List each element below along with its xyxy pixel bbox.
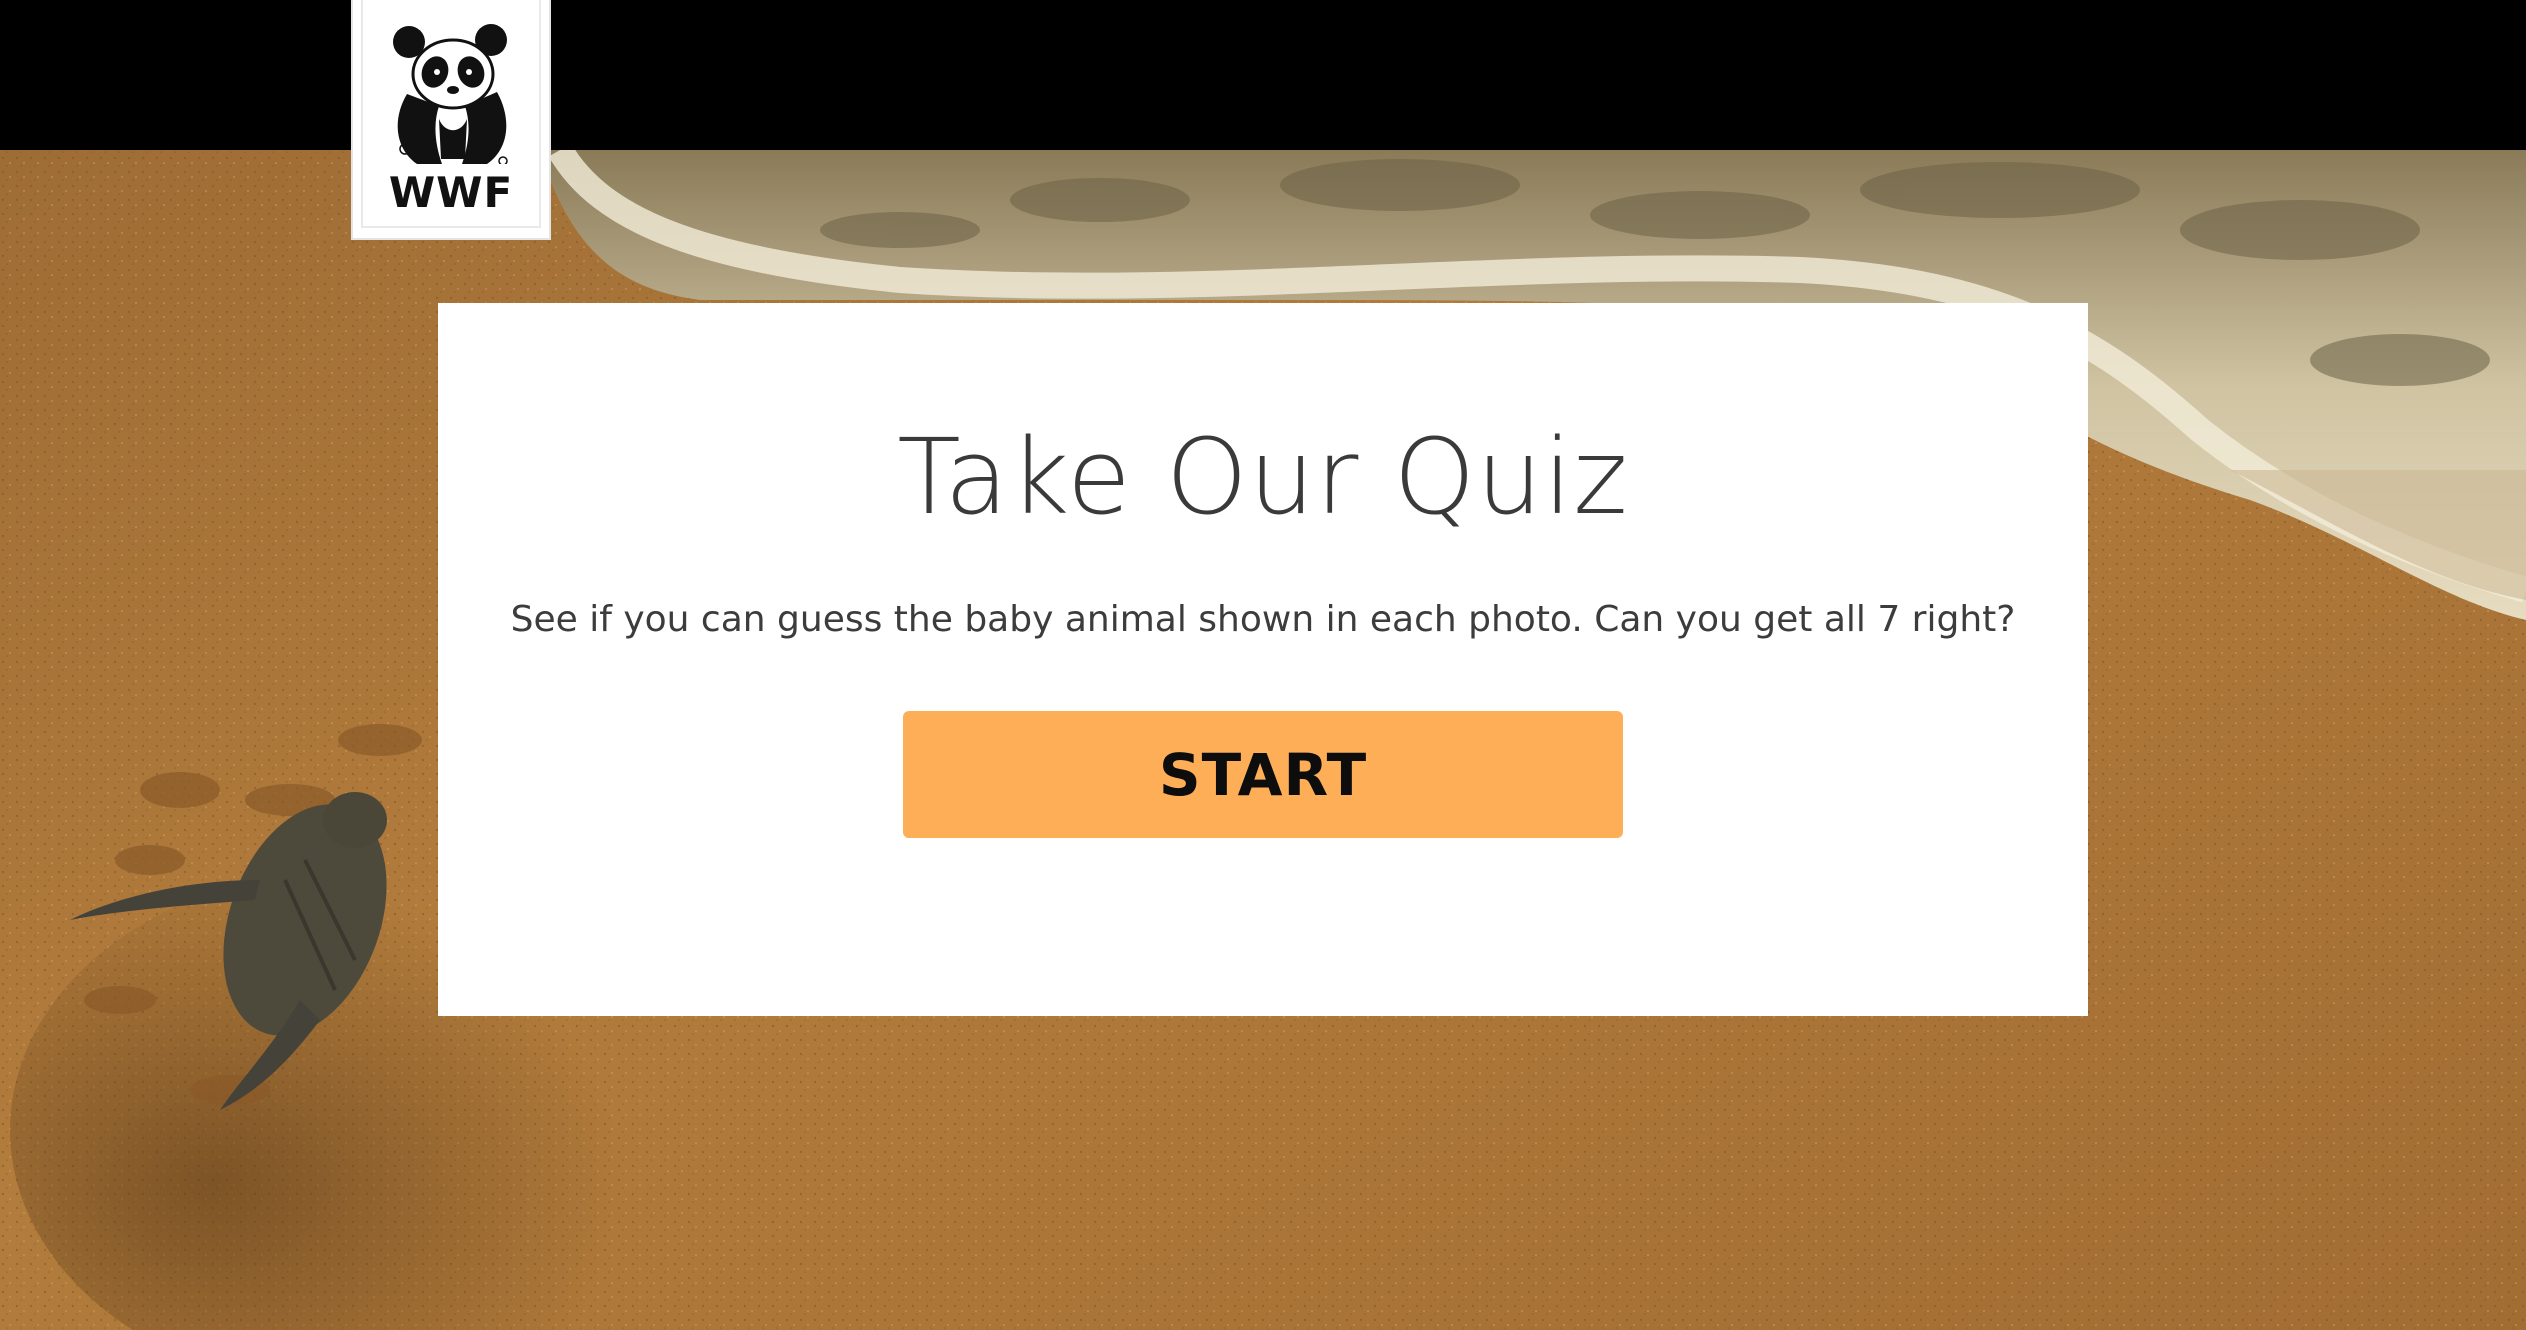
start-button[interactable]: START: [903, 711, 1623, 838]
quiz-description: See if you can guess the baby animal sho…: [510, 599, 2016, 640]
quiz-title: Take Our Quiz: [897, 416, 1629, 538]
wwf-logo[interactable]: WWF: [351, 0, 551, 240]
logo-text: WWF: [388, 168, 514, 217]
panda-icon: [393, 24, 508, 164]
quiz-card: Take Our Quiz See if you can guess the b…: [438, 303, 2088, 1016]
